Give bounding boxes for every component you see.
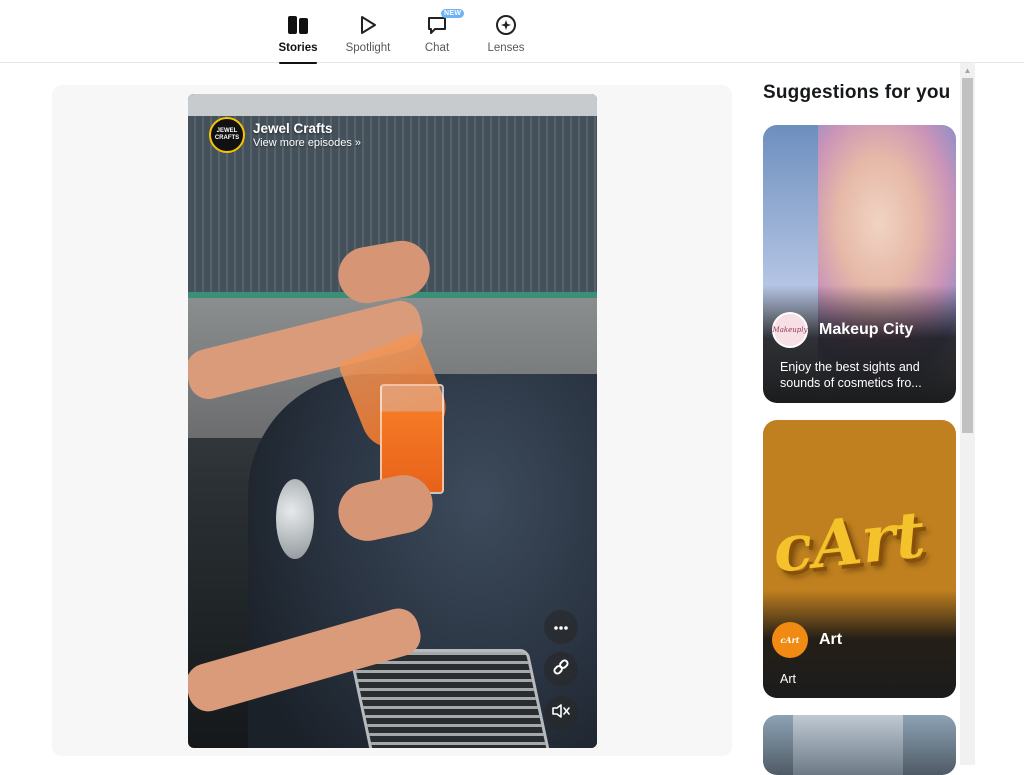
spotlight-play-icon [354,10,382,40]
suggestion-thumbnail-artwork: cArt [769,497,929,588]
suggestion-card-makeup-city[interactable]: Makeuply Makeup City Enjoy the best sigh… [763,125,956,403]
scroll-up-arrow-icon[interactable]: ▲ [960,63,975,78]
nav-tab-label: Chat [424,42,450,54]
publisher-name: Art [819,631,843,648]
link-icon [552,658,570,681]
lenses-icon [492,10,520,40]
nav-tab-stories[interactable]: Stories [263,10,333,64]
nav-tab-lenses[interactable]: Lenses [471,10,541,60]
suggestion-publisher: cArt Art [772,622,842,658]
channel-name[interactable]: Jewel Crafts [253,121,361,136]
view-more-episodes-link[interactable]: View more episodes » [253,137,361,149]
publisher-avatar: cArt [772,622,808,658]
top-navigation: Stories Spotlight NEW Chat Lenses [0,0,1024,64]
nav-tab-chat[interactable]: NEW Chat [402,9,472,60]
nav-tab-spotlight[interactable]: Spotlight [333,10,403,60]
suggestion-description: Enjoy the best sights and sounds of cosm… [780,360,922,390]
nav-tab-label: Stories [278,42,318,54]
story-video[interactable] [188,94,597,748]
scrollbar-thumb[interactable] [962,78,973,433]
publisher-avatar: Makeuply [772,312,808,348]
mute-toggle-button[interactable] [544,696,578,730]
publisher-name: Makeup City [819,321,914,338]
video-scene-grille [348,649,558,748]
suggestion-description: Art [780,672,796,686]
copy-link-button[interactable] [544,652,578,686]
channel-header[interactable]: JEWEL CRAFTS Jewel Crafts View more epis… [209,117,361,153]
suggestion-publisher: Makeuply Makeup City [772,312,913,348]
channel-avatar[interactable]: JEWEL CRAFTS [209,117,245,153]
video-scene-roof [188,94,597,116]
new-badge: NEW [441,9,465,18]
stories-icon [284,10,312,40]
suggestions-title: Suggestions for you [763,82,951,103]
chat-icon: NEW [423,9,465,40]
suggestion-card-next[interactable] [763,715,956,775]
mute-icon [551,703,571,724]
suggestion-card-art[interactable]: cArt cArt Art Art [763,420,956,698]
video-scene-headlight [276,479,314,559]
more-options-icon [553,618,569,636]
nav-tab-label: Lenses [487,42,525,54]
more-options-button[interactable] [544,610,578,644]
suggestion-thumbnail [793,715,903,775]
nav-tab-label: Spotlight [345,42,391,54]
